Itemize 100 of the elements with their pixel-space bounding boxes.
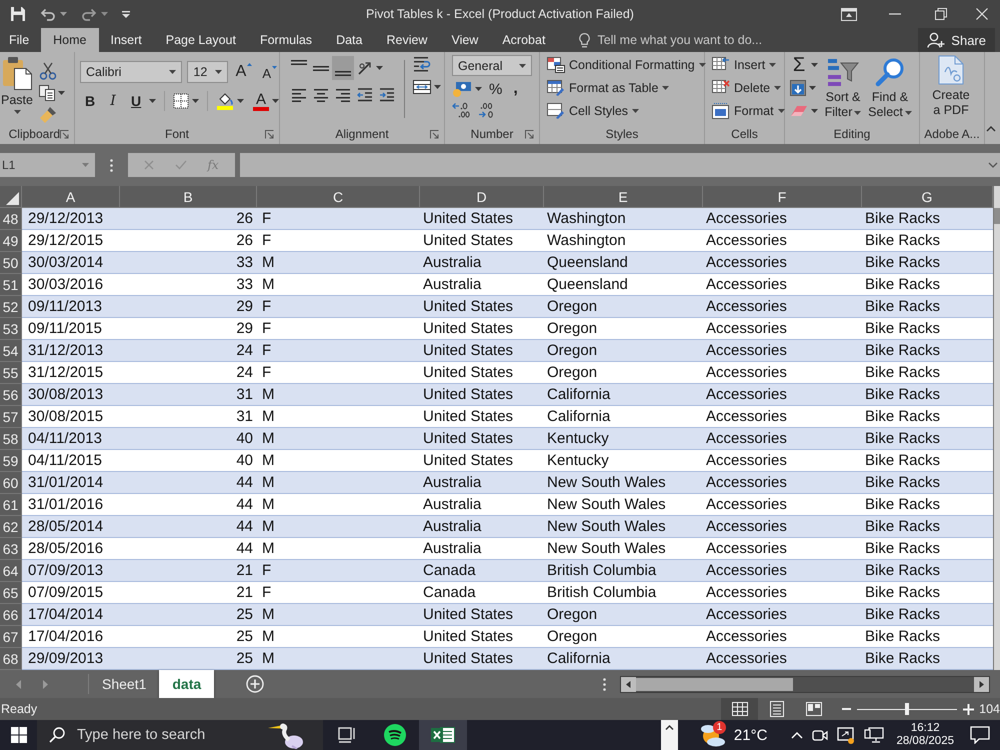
- row-header[interactable]: 49: [0, 230, 22, 252]
- find-select-button[interactable]: Find & Select: [868, 54, 912, 124]
- caret-icon[interactable]: [475, 87, 482, 91]
- video-camera-icon[interactable]: [812, 728, 828, 742]
- align-left-icon[interactable]: [291, 88, 307, 102]
- sheet-tab[interactable]: Sheet1: [89, 670, 160, 698]
- horizontal-scrollbar[interactable]: [620, 676, 990, 692]
- caret-icon[interactable]: [192, 99, 200, 103]
- customize-icon[interactable]: [122, 10, 130, 18]
- font-color-button[interactable]: A: [252, 92, 269, 110]
- fill-bucket-icon[interactable]: [216, 92, 234, 110]
- merge-icon[interactable]: [413, 80, 431, 94]
- cell-styles-button[interactable]: Cell Styles: [547, 100, 704, 122]
- font-name-field[interactable]: Calibri: [80, 61, 182, 83]
- grow-font-button[interactable]: A: [234, 63, 254, 81]
- vertical-align-button[interactable]: [332, 56, 354, 80]
- align-right-icon[interactable]: [335, 88, 351, 102]
- minimize-icon[interactable]: [889, 13, 901, 15]
- vertical-dots-icon[interactable]: [603, 678, 606, 690]
- bold-button[interactable]: B: [80, 90, 100, 112]
- row-header[interactable]: 61: [0, 494, 22, 516]
- font-size-field[interactable]: 12: [187, 61, 228, 83]
- wrap-text-icon[interactable]: [413, 56, 431, 72]
- name-box-field[interactable]: L1: [0, 153, 95, 177]
- row-header[interactable]: 64: [0, 560, 22, 582]
- ribbon-tab[interactable]: Page Layout: [154, 28, 248, 52]
- close-icon[interactable]: [976, 8, 988, 20]
- scrollbar-thumb[interactable]: [636, 678, 793, 690]
- caret-icon[interactable]: [101, 12, 108, 16]
- share-button[interactable]: Share: [918, 28, 995, 52]
- ribbon-tab[interactable]: Home: [41, 28, 98, 52]
- undo-icon[interactable]: [40, 8, 56, 20]
- chat-bubble-icon[interactable]: [970, 726, 990, 744]
- format-cells-button[interactable]: Format: [712, 100, 784, 122]
- row-header[interactable]: 58: [0, 428, 22, 450]
- ribbon-tab[interactable]: View: [439, 28, 490, 52]
- autosum-button[interactable]: Σ: [790, 55, 808, 75]
- column-header[interactable]: C: [257, 186, 420, 208]
- scrollbar-thumb[interactable]: [994, 208, 1000, 224]
- taskbar-scroll-button[interactable]: [660, 720, 678, 750]
- row-header[interactable]: 68: [0, 648, 22, 670]
- number-format-field[interactable]: General: [452, 55, 532, 76]
- column-header[interactable]: G: [862, 186, 993, 208]
- caret-icon[interactable]: [236, 99, 244, 103]
- caret-icon[interactable]: [58, 91, 65, 95]
- dialog-launcher-icon[interactable]: [430, 130, 439, 138]
- caret-icon[interactable]: [149, 99, 156, 103]
- ribbon-display-icon[interactable]: [841, 8, 857, 20]
- formula-input-field[interactable]: [240, 153, 1000, 177]
- slider-thumb[interactable]: [905, 703, 910, 715]
- select-all-button[interactable]: [0, 186, 22, 208]
- save-icon[interactable]: [10, 6, 26, 22]
- increase-decimal-icon[interactable]: [452, 102, 470, 118]
- copy-icon[interactable]: [39, 85, 55, 101]
- row-header[interactable]: 59: [0, 450, 22, 472]
- caret-icon[interactable]: [60, 12, 67, 16]
- dialog-launcher-icon[interactable]: [525, 130, 534, 138]
- row-header[interactable]: 52: [0, 296, 22, 318]
- insert-cells-button[interactable]: Insert: [712, 54, 784, 76]
- sort-filter-button[interactable]: Sort & Filter: [821, 54, 865, 124]
- fill-down-icon[interactable]: [790, 80, 806, 96]
- column-header[interactable]: E: [544, 186, 703, 208]
- conditional-formatting-button[interactable]: Conditional Formatting: [547, 54, 704, 76]
- create-pdf-button[interactable]: Create a PDF: [920, 52, 972, 124]
- normal-view-button[interactable]: [721, 698, 758, 720]
- vertical-dots-icon[interactable]: [110, 158, 113, 172]
- tell-me-field[interactable]: Tell me what you want to do...: [575, 28, 766, 52]
- ribbon-tab[interactable]: File: [0, 28, 42, 52]
- borders-icon[interactable]: [173, 93, 190, 109]
- underline-button[interactable]: U: [126, 90, 146, 112]
- search-field[interactable]: Type here to search: [37, 720, 323, 750]
- row-header[interactable]: 56: [0, 384, 22, 406]
- ribbon-tab[interactable]: Formulas: [248, 28, 324, 52]
- decrease-indent-icon[interactable]: [357, 88, 373, 102]
- clock[interactable]: 16:12 28/08/2025: [896, 720, 954, 750]
- network-icon[interactable]: [864, 727, 884, 743]
- row-header[interactable]: 66: [0, 604, 22, 626]
- minus-icon[interactable]: [842, 708, 852, 710]
- row-header[interactable]: 57: [0, 406, 22, 428]
- ribbon-tab[interactable]: Acrobat: [490, 28, 558, 52]
- shrink-font-button[interactable]: A: [260, 66, 279, 81]
- sheet-tab[interactable]: data: [159, 670, 214, 698]
- chevron-down-icon[interactable]: [988, 162, 998, 168]
- row-header[interactable]: 53: [0, 318, 22, 340]
- column-header[interactable]: B: [120, 186, 257, 208]
- taskbar-app-button[interactable]: [419, 720, 467, 750]
- italic-button[interactable]: I: [103, 90, 124, 112]
- caret-icon[interactable]: [376, 66, 383, 70]
- restore-icon[interactable]: [935, 8, 947, 20]
- row-header[interactable]: 51: [0, 274, 22, 296]
- caret-icon[interactable]: [272, 99, 279, 103]
- column-header[interactable]: F: [703, 186, 862, 208]
- row-header[interactable]: 62: [0, 516, 22, 538]
- ribbon-tab[interactable]: Insert: [98, 28, 154, 52]
- delete-cells-button[interactable]: Delete: [712, 77, 784, 99]
- scissors-icon[interactable]: [39, 62, 57, 80]
- vertical-scrollbar[interactable]: [993, 186, 1000, 670]
- text-angle-icon[interactable]: [357, 61, 373, 75]
- row-header[interactable]: 50: [0, 252, 22, 274]
- redo-icon[interactable]: [81, 8, 97, 20]
